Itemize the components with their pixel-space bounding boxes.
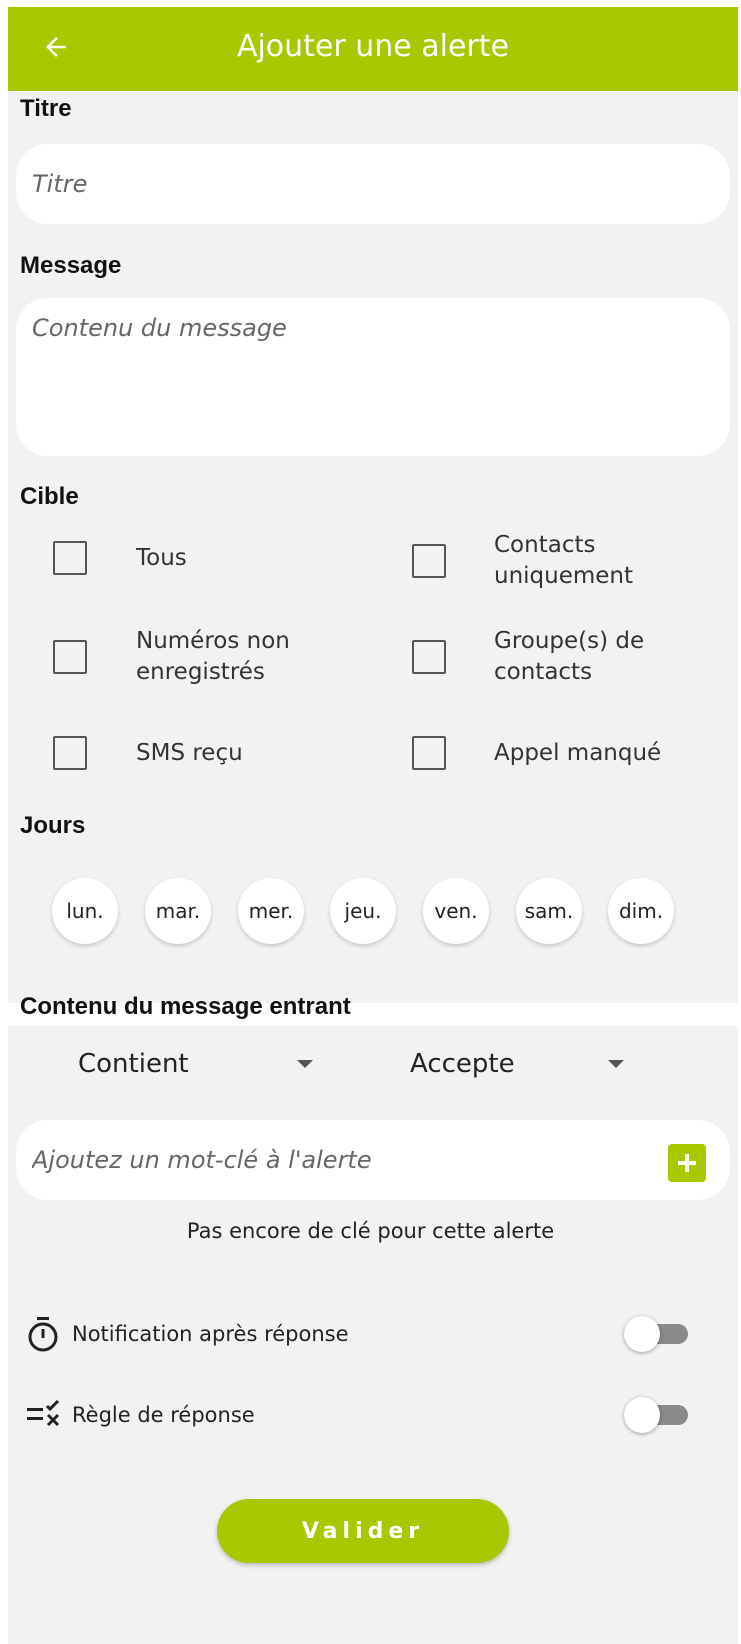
jours-label: Jours — [20, 812, 86, 839]
day-mer[interactable]: mer. — [238, 878, 304, 944]
validate-button[interactable]: Valider — [217, 1499, 509, 1563]
switch-thumb — [624, 1316, 660, 1352]
cible-option-label: Numéros non enregistrés — [136, 628, 290, 685]
titre-input[interactable] — [16, 144, 730, 224]
incoming-label: Contenu du message entrant — [20, 993, 351, 1020]
cible-option-label: Groupe(s) de contacts — [494, 628, 645, 685]
message-input[interactable] — [16, 298, 730, 456]
message-field — [16, 298, 730, 456]
condition-value: Contient — [78, 1049, 189, 1079]
timer-icon — [28, 1317, 58, 1352]
keyword-input[interactable] — [16, 1120, 730, 1200]
toggle-regle: Règle de réponse — [26, 1393, 688, 1437]
cible-option-groupes[interactable]: Groupe(s) de contacts — [412, 626, 712, 688]
condition-select[interactable]: Contient — [78, 1042, 328, 1086]
day-lun[interactable]: lun. — [52, 878, 118, 944]
day-mar[interactable]: mar. — [145, 878, 211, 944]
checkbox[interactable] — [412, 640, 446, 674]
day-ven[interactable]: ven. — [423, 878, 489, 944]
cible-option-non-enregistres[interactable]: Numéros non enregistrés — [53, 626, 373, 688]
chevron-down-icon — [608, 1060, 624, 1068]
message-label: Message — [20, 252, 122, 279]
titre-field — [16, 144, 730, 224]
cible-label: Cible — [20, 483, 79, 510]
cible-option-contacts[interactable]: Contacts uniquement — [412, 530, 712, 592]
cible-option-label: Tous — [136, 544, 187, 571]
cible-option-label: Appel manqué — [494, 739, 662, 766]
toggle-notification: Notification après réponse — [26, 1312, 688, 1356]
day-dim[interactable]: dim. — [608, 878, 674, 944]
day-sam[interactable]: sam. — [516, 878, 582, 944]
app-bar: Ajouter une alerte — [8, 7, 738, 91]
checkbox[interactable] — [412, 544, 446, 578]
checkbox[interactable] — [53, 640, 87, 674]
rule-icon — [27, 1400, 60, 1427]
plus-icon — [678, 1154, 696, 1172]
add-keyword-button[interactable] — [668, 1144, 706, 1182]
checkbox[interactable] — [53, 541, 87, 575]
checkbox[interactable] — [412, 736, 446, 770]
switch-thumb — [624, 1397, 660, 1433]
regle-switch[interactable] — [624, 1397, 688, 1433]
action-value: Accepte — [410, 1049, 515, 1079]
notification-switch[interactable] — [624, 1316, 688, 1352]
cible-option-appel[interactable]: Appel manqué — [412, 736, 661, 770]
titre-label: Titre — [20, 95, 72, 122]
toggle-regle-label: Règle de réponse — [72, 1403, 255, 1427]
page-title: Ajouter une alerte — [236, 29, 510, 64]
checkbox[interactable] — [53, 736, 87, 770]
toggle-notification-label: Notification après réponse — [72, 1322, 349, 1346]
empty-keywords-text: Pas encore de clé pour cette alerte — [186, 1219, 555, 1243]
day-jeu[interactable]: jeu. — [330, 878, 396, 944]
cible-option-sms[interactable]: SMS reçu — [53, 736, 243, 770]
keyword-field — [16, 1120, 730, 1200]
action-select[interactable]: Accepte — [410, 1042, 640, 1086]
cible-option-tous[interactable]: Tous — [53, 541, 187, 575]
cible-option-label: SMS reçu — [136, 739, 243, 766]
chevron-down-icon — [297, 1060, 313, 1068]
cible-option-label: Contacts uniquement — [494, 532, 634, 589]
